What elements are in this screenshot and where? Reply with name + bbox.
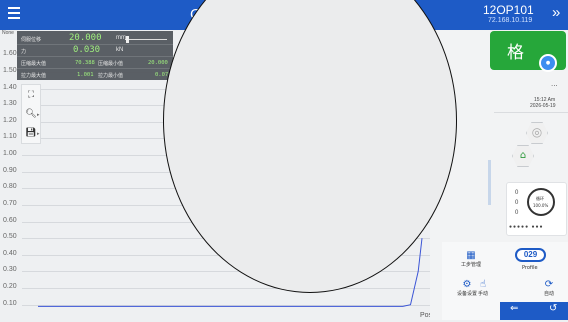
tension-max-value: 1.001 bbox=[77, 72, 94, 78]
user-avatar-icon[interactable]: ● bbox=[539, 54, 557, 72]
force-label: 力 bbox=[21, 49, 27, 55]
compress-min-value: 20.000 bbox=[148, 60, 168, 66]
panel-divider bbox=[494, 112, 568, 113]
gauge-percent: 100.0% bbox=[533, 203, 549, 208]
tension-min-label: 拉力最小值 bbox=[98, 73, 124, 79]
displacement-label: 伺服位移 bbox=[21, 37, 42, 43]
nav-manual[interactable]: ☝ 手动 bbox=[472, 279, 494, 297]
back-arrow-icon[interactable]: ⇐ bbox=[510, 303, 518, 314]
auto-cycle-icon: ⟳ bbox=[544, 279, 554, 290]
clock-date: 2026-05-19 bbox=[530, 103, 556, 109]
save-menu-arrow-icon[interactable]: ▸ bbox=[37, 131, 40, 137]
save-icon[interactable]: 💾︎ bbox=[24, 126, 38, 140]
record-icon: ◎ bbox=[531, 125, 543, 139]
displacement-slider-handle[interactable] bbox=[126, 36, 129, 43]
tension-min-value: 0.07 bbox=[155, 72, 169, 78]
home-icon[interactable]: ⌂ bbox=[512, 145, 534, 167]
panel-scroll-indicator bbox=[488, 160, 491, 205]
tension-max-label: 拉力最大值 bbox=[21, 73, 47, 79]
grid-icon: ▦ bbox=[466, 250, 476, 261]
readout-divider bbox=[17, 68, 173, 69]
profile-label: Profile bbox=[522, 265, 538, 271]
displacement-value: 20.000 bbox=[69, 33, 102, 43]
compress-max-label: 压缩最大值 bbox=[21, 61, 47, 67]
profile-number-button[interactable]: 029 bbox=[515, 248, 546, 262]
nav-process-label: 工步管理 bbox=[460, 262, 481, 268]
force-unit: kN bbox=[116, 47, 124, 53]
more-options-icon[interactable]: ... bbox=[551, 80, 558, 88]
counter-value: 0 bbox=[515, 190, 519, 196]
undo-icon[interactable]: ↺ bbox=[549, 303, 557, 314]
counter-value: 0 bbox=[515, 210, 519, 216]
compress-max-value: 70.388 bbox=[75, 60, 95, 66]
nav-auto[interactable]: ⟳ 自动 bbox=[538, 279, 560, 297]
displacement-unit: mm bbox=[116, 35, 126, 41]
compress-min-label: 压缩最小值 bbox=[98, 61, 124, 67]
zoom-menu-arrow-icon[interactable]: ▸ bbox=[37, 112, 40, 118]
nav-process-manager[interactable]: ▦ 工步管理 bbox=[456, 250, 486, 268]
readout-divider bbox=[17, 56, 173, 57]
displacement-slider-track[interactable] bbox=[125, 39, 167, 40]
hand-pointer-icon: ☝ bbox=[479, 279, 487, 290]
gauge-label: 循环 bbox=[536, 196, 544, 201]
counter-value: 0 bbox=[515, 200, 519, 206]
cycle-stars: ●●●●● ●●● bbox=[509, 224, 544, 230]
force-value: 0.030 bbox=[73, 45, 101, 55]
result-text: 格 bbox=[507, 43, 524, 63]
chart-toolbar: ⛶ 🔍︎ ▸ 💾︎ ▸ bbox=[21, 84, 41, 144]
zoom-icon[interactable]: 🔍︎ bbox=[24, 107, 38, 121]
nav-manual-label: 手动 bbox=[477, 291, 488, 297]
cycle-gauge bbox=[527, 188, 555, 216]
nav-auto-label: 自动 bbox=[543, 291, 554, 297]
fit-view-icon[interactable]: ⛶ bbox=[24, 88, 38, 102]
